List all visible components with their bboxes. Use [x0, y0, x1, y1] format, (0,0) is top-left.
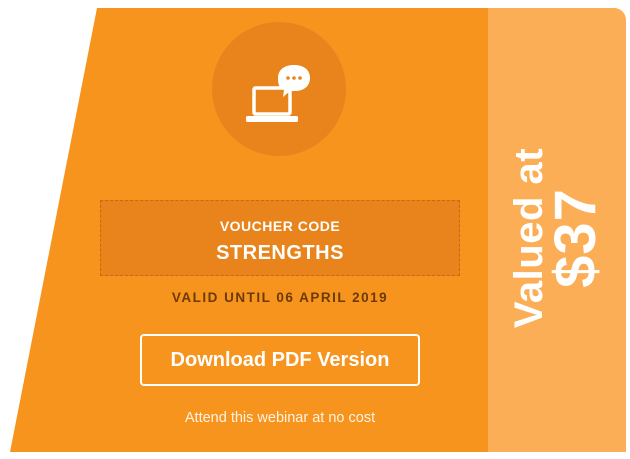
voucher-code-box: VOUCHER CODE STRENGTHS	[100, 200, 460, 276]
value-stub-text: Valued at $37	[507, 148, 608, 328]
validity-date: VALID UNTIL 06 APRIL 2019	[171, 290, 389, 305]
webinar-icon-circle	[212, 22, 346, 156]
webinar-laptop-chat-icon	[246, 65, 310, 122]
voucher-card: Valued at $37 VOUCHER CODE STRENGTHS VAL…	[0, 0, 630, 459]
attend-note: Attend this webinar at no cost	[184, 410, 376, 426]
value-amount: $37	[543, 188, 608, 288]
voucher-code-value[interactable]: STRENGTHS	[101, 242, 459, 265]
download-pdf-button[interactable]: Download PDF Version	[140, 334, 420, 386]
voucher-code-label: VOUCHER CODE	[219, 218, 341, 234]
